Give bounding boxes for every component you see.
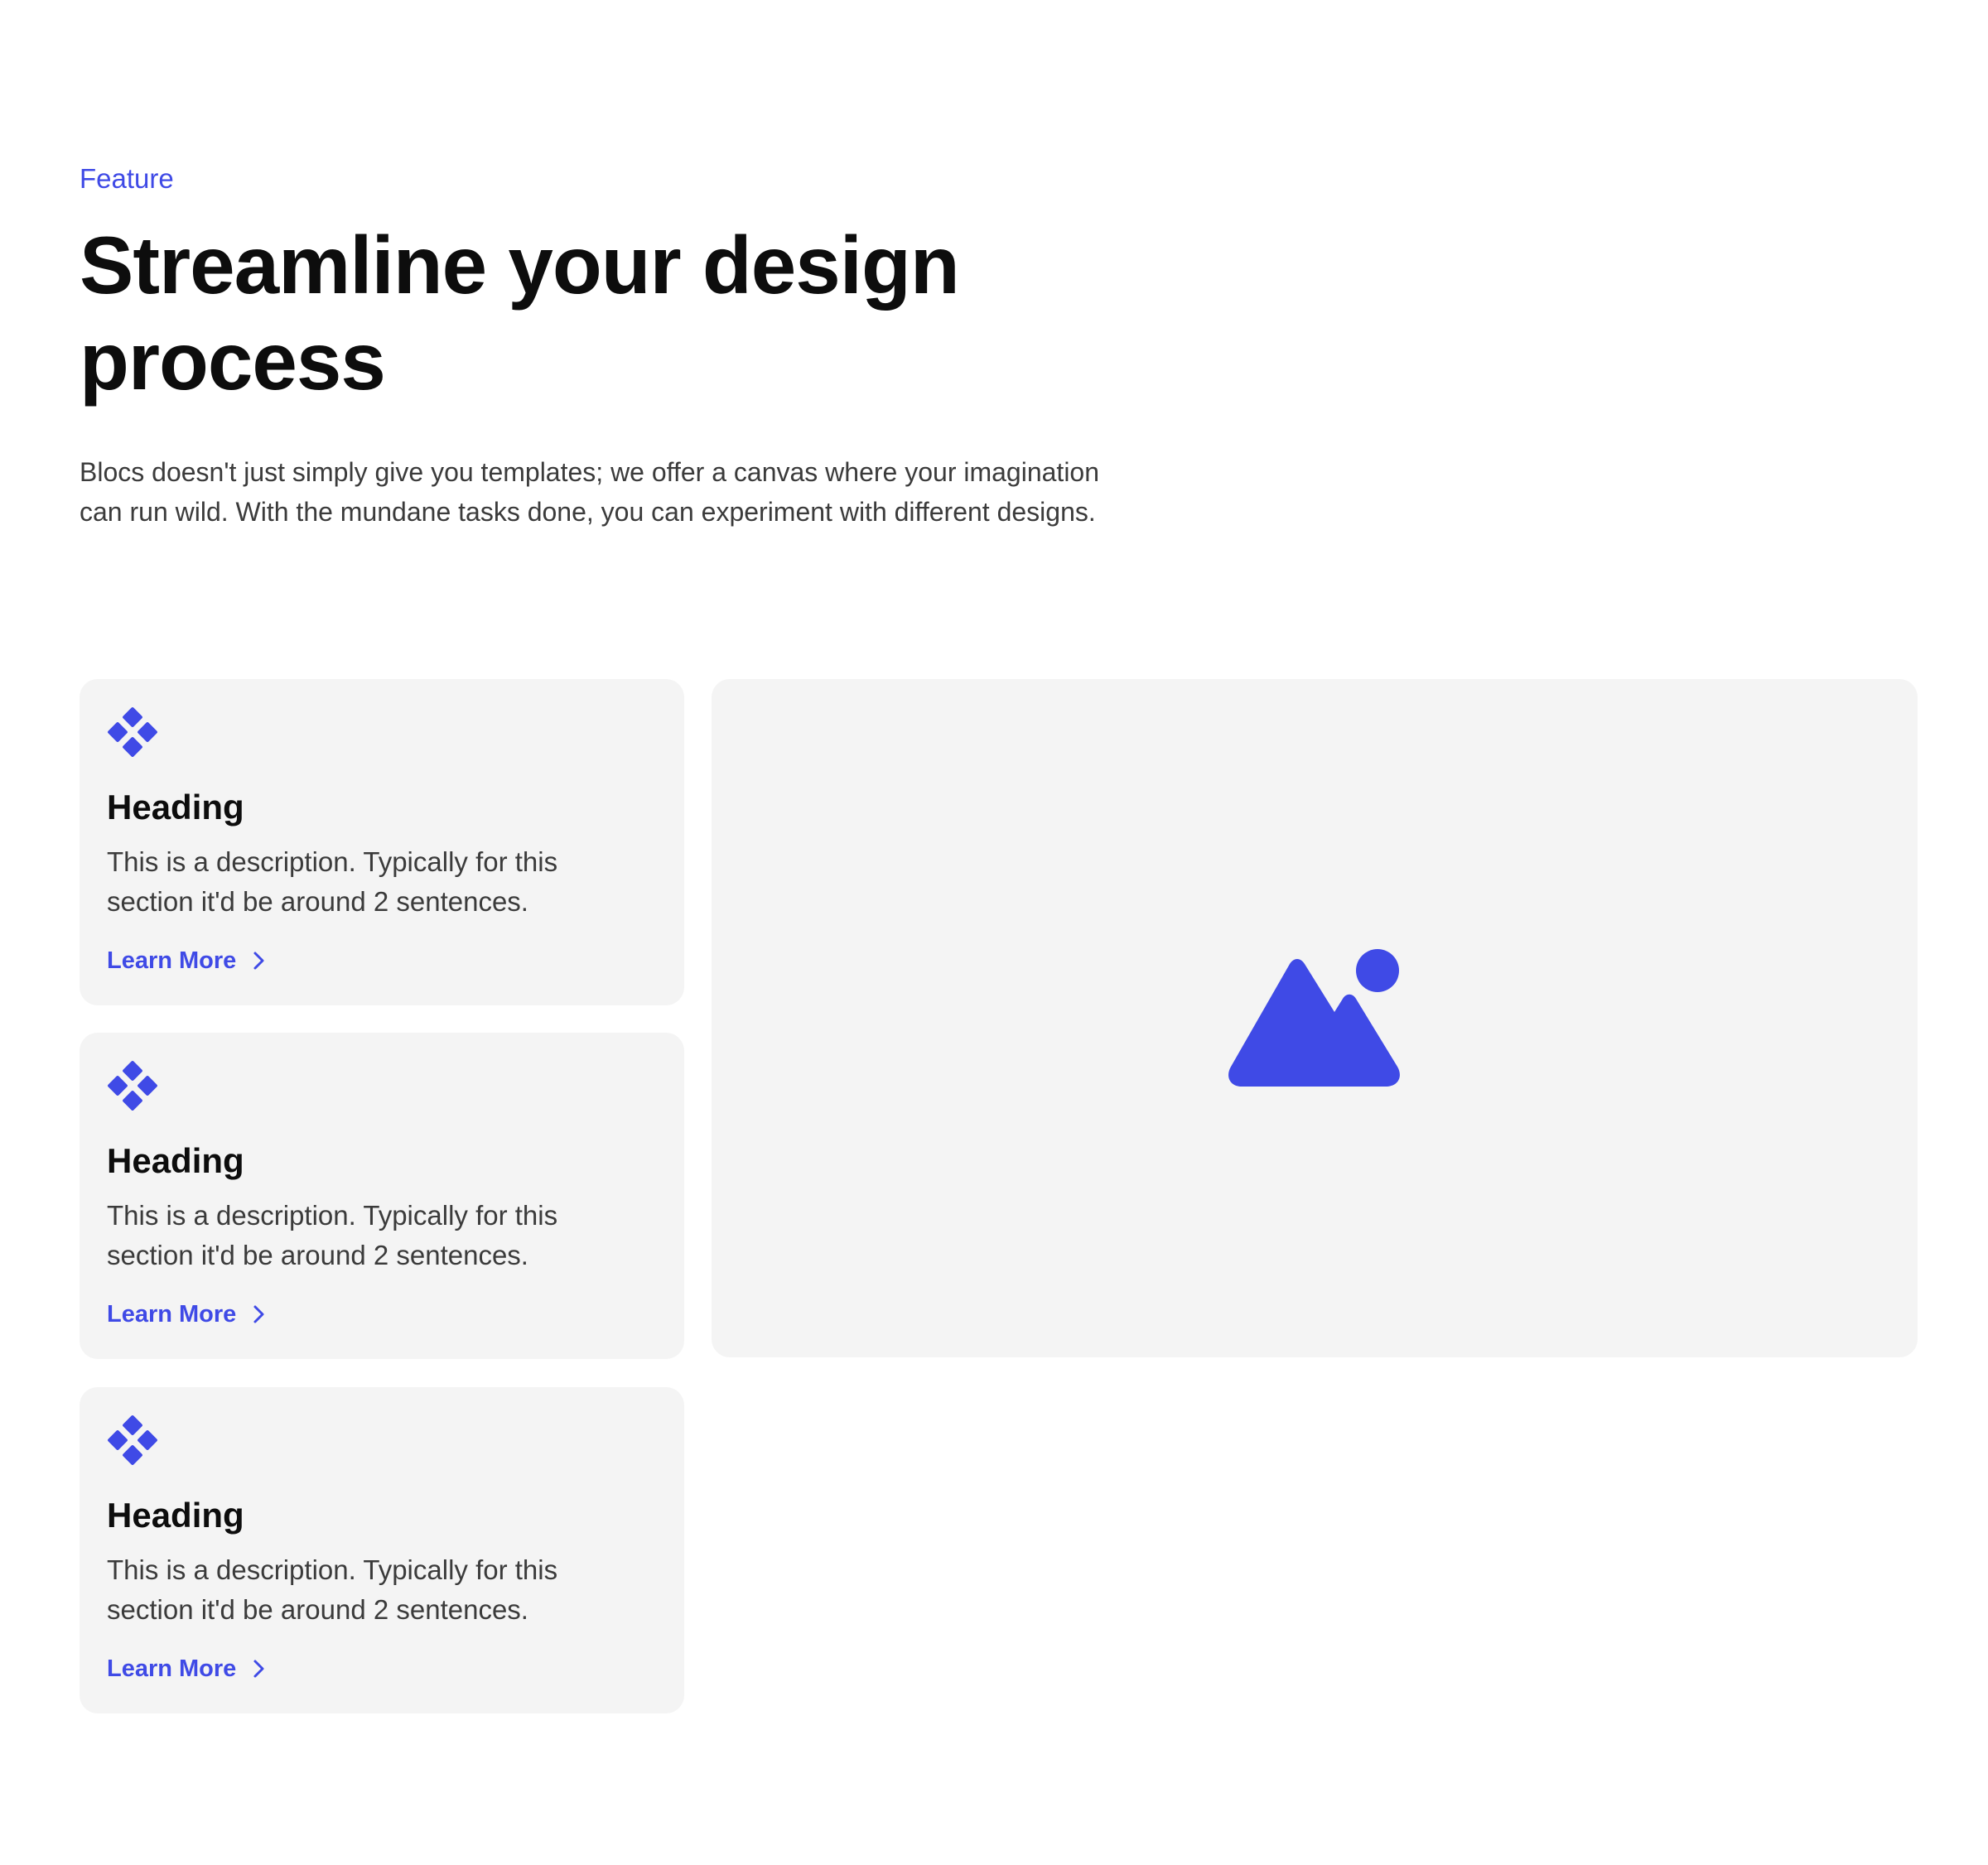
feature-card-heading: Heading (107, 1496, 244, 1535)
feature-card-description: This is a description. Typically for thi… (107, 846, 558, 917)
learn-more-label: Learn More (107, 1301, 237, 1328)
chevron-right-icon (253, 952, 264, 970)
learn-more-link[interactable]: Learn More (107, 1654, 269, 1684)
learn-more-label: Learn More (107, 947, 237, 974)
diamond-grid-icon (108, 707, 157, 757)
feature-card-description: This is a description. Typically for thi… (107, 1200, 558, 1270)
feature-card-heading: Heading (107, 1141, 244, 1180)
learn-more-label: Learn More (107, 1655, 237, 1682)
feature-card: Heading This is a description. Typically… (80, 1387, 684, 1713)
learn-more-link[interactable]: Learn More (107, 946, 269, 976)
feature-image-placeholder (712, 679, 1918, 1357)
feature-card: Heading This is a description. Typically… (80, 679, 684, 1005)
image-placeholder-icon (1228, 949, 1400, 1087)
learn-more-link[interactable]: Learn More (107, 1299, 269, 1329)
feature-card-description: This is a description. Typically for thi… (107, 1554, 558, 1625)
intro-description: Blocs doesn't just simply give you templ… (80, 457, 1100, 527)
page-title: Streamline your design process (80, 219, 960, 407)
chevron-right-icon (253, 1660, 264, 1678)
feature-card-heading: Heading (107, 788, 244, 826)
diamond-grid-icon (108, 1415, 157, 1465)
diamond-grid-icon (108, 1061, 157, 1111)
feature-card: Heading This is a description. Typically… (80, 1033, 684, 1359)
feature-eyebrow: Feature (80, 163, 174, 194)
chevron-right-icon (253, 1305, 264, 1323)
